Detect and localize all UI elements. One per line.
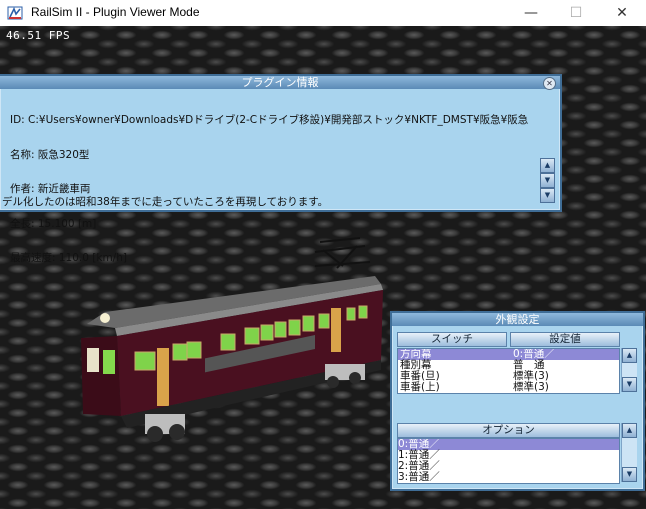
switch-column-header[interactable]: スイッチ xyxy=(397,332,507,347)
options-header: オプション xyxy=(397,423,620,438)
plugin-info-title: プラグイン情報 xyxy=(0,76,560,89)
switch-list[interactable]: 方向幕 0:普通／ 種別幕 普 通 車番(旦) 標準(3) 車番(上) 標準(3… xyxy=(397,348,620,394)
plugin-length: 全長: 15.100 [m] xyxy=(10,217,97,230)
close-window-button[interactable]: ✕ xyxy=(599,0,645,26)
maximize-icon: ☐ xyxy=(569,5,583,21)
arrow-down-icon: ▼ xyxy=(544,176,551,184)
scroll-down-button[interactable]: ▼ xyxy=(540,173,555,188)
value-column-header[interactable]: 設定値 xyxy=(510,332,620,347)
appearance-panel: 外観設定 スイッチ 設定値 方向幕 0:普通／ 種別幕 普 通 車番(旦) 標準… xyxy=(390,311,645,491)
plugin-info-scrollbar[interactable]: ▲ ▼ ▼ xyxy=(539,158,556,206)
plugin-max-speed: 最高速度: 110.0 [km/h] xyxy=(10,252,127,264)
switch-row[interactable]: 車番(上) 標準(3) xyxy=(398,382,619,393)
arrow-up-icon: ▲ xyxy=(626,426,633,434)
railsim-app-icon xyxy=(7,6,23,20)
minimize-icon: — xyxy=(524,5,538,21)
title-bar: RailSim II - Plugin Viewer Mode — ☐ ✕ xyxy=(0,0,646,26)
close-icon: ✕ xyxy=(616,5,628,21)
plugin-description: デル化したのは昭和38年までに走っていたころを再現しております。 xyxy=(2,196,329,208)
appearance-title: 外観設定 xyxy=(392,313,643,326)
plugin-info-close-button[interactable]: ✕ xyxy=(543,77,556,90)
arrow-down-end-icon: ▼ xyxy=(544,191,551,199)
plugin-author: 作者: 新近畿車両 xyxy=(10,183,91,195)
options-scrollbar[interactable]: ▲ ▼ xyxy=(621,423,637,482)
arrow-up-icon: ▲ xyxy=(544,161,551,169)
plugin-name: 名称: 阪急320型 xyxy=(10,148,90,161)
switch-scroll-up-button[interactable]: ▲ xyxy=(622,348,637,363)
arrow-up-icon: ▲ xyxy=(626,351,633,359)
option-row[interactable]: 3:普通／ xyxy=(398,472,619,483)
options-list[interactable]: 0:普通／ 1:普通／ 2:普通／ 3:普通／ xyxy=(397,438,620,484)
switch-scroll-down-button[interactable]: ▼ xyxy=(622,377,637,392)
arrow-down-icon: ▼ xyxy=(626,470,633,478)
options-scroll-up-button[interactable]: ▲ xyxy=(622,423,637,438)
scroll-end-button[interactable]: ▼ xyxy=(540,188,555,203)
plugin-info-details: ID: C:¥Users¥owner¥Downloads¥Dドライブ(2-Cドラ… xyxy=(10,92,528,288)
switch-scrollbar[interactable]: ▲ ▼ xyxy=(621,348,637,392)
plugin-info-panel: プラグイン情報 ✕ ID: C:¥Users¥owner¥Downloads¥D… xyxy=(0,74,562,264)
window-title: RailSim II - Plugin Viewer Mode xyxy=(31,5,200,19)
3d-viewport[interactable]: 46.51 FPS プラグイン情報 ✕ ID: C:¥Users¥owner¥D… xyxy=(0,26,646,509)
close-icon: ✕ xyxy=(546,79,553,88)
minimize-button[interactable]: — xyxy=(508,0,554,26)
maximize-button[interactable]: ☐ xyxy=(553,0,599,26)
arrow-down-icon: ▼ xyxy=(626,380,633,388)
scroll-up-button[interactable]: ▲ xyxy=(540,158,555,173)
fps-counter: 46.51 FPS xyxy=(6,29,71,42)
plugin-id: ID: C:¥Users¥owner¥Downloads¥Dドライブ(2-Cドラ… xyxy=(10,114,529,126)
options-scroll-down-button[interactable]: ▼ xyxy=(622,467,637,482)
